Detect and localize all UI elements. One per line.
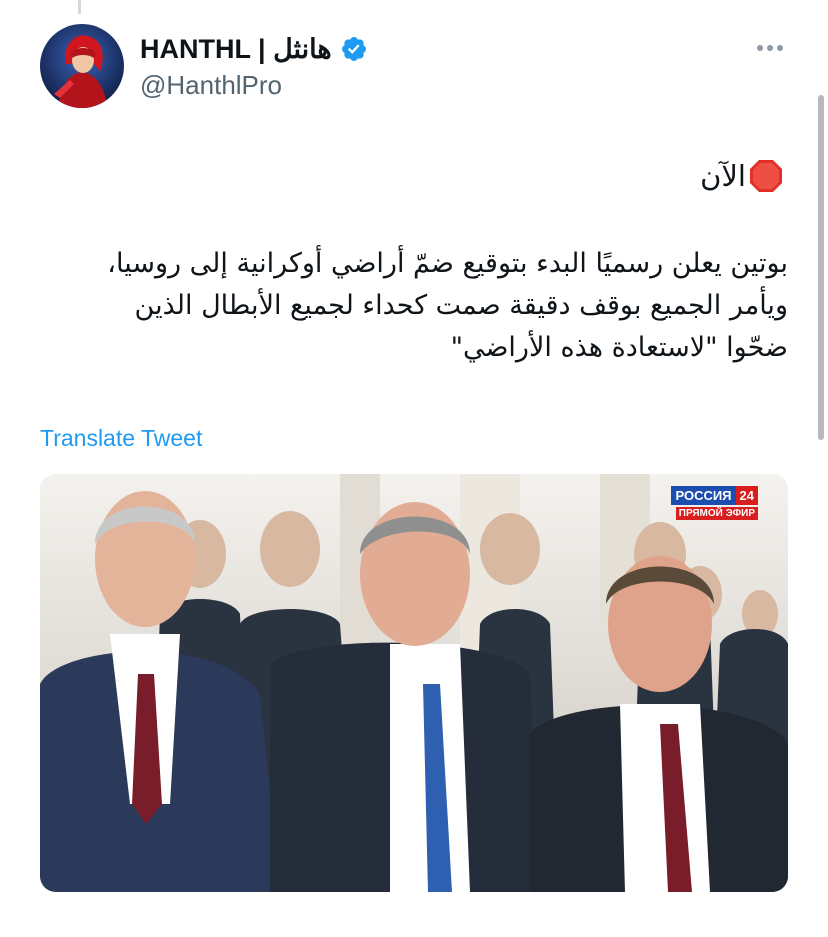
broadcast-logo-number: 24	[735, 486, 758, 505]
author-name-row[interactable]: HANTHL | هانثل	[140, 32, 368, 66]
verified-badge-icon	[341, 37, 366, 61]
tweet-body-line: ضحّوا "لاستعادة هذه الأراضي"	[450, 332, 788, 363]
tweet-media-image[interactable]: РОССИЯ 24 ПРЯМОЙ ЭФИР	[40, 474, 788, 892]
tweet-body: بوتين يعلن رسميًا البدء بتوقيع ضمّ أراضي…	[28, 243, 788, 369]
tweet-body-line: ويأمر الجميع بوقف دقيقة صمت كحداء لجميع …	[134, 290, 788, 321]
thread-connector-line	[78, 0, 81, 14]
media-photo	[40, 474, 788, 892]
tweet-heading-line: الآن	[700, 154, 784, 198]
stop-sign-icon	[750, 160, 782, 192]
broadcast-logo-name: РОССИЯ	[671, 486, 736, 505]
author-handle[interactable]: @HanthlPro	[140, 68, 282, 102]
translate-tweet-link[interactable]: Translate Tweet	[40, 422, 202, 454]
tweet-body-line: بوتين يعلن رسميًا البدء بتوقيع ضمّ أراضي…	[107, 248, 788, 279]
avatar-icon	[40, 24, 124, 108]
broadcast-live-label: ПРЯМОЙ ЭФИР	[675, 507, 758, 520]
scrollbar[interactable]	[818, 95, 824, 440]
broadcast-logo: РОССИЯ 24 ПРЯМОЙ ЭФИР	[671, 486, 758, 520]
more-options-icon[interactable]	[754, 36, 786, 60]
avatar[interactable]	[40, 24, 124, 108]
author-display-name[interactable]: HANTHL | هانثل	[140, 32, 332, 66]
tweet-heading-text: الآن	[700, 159, 746, 193]
